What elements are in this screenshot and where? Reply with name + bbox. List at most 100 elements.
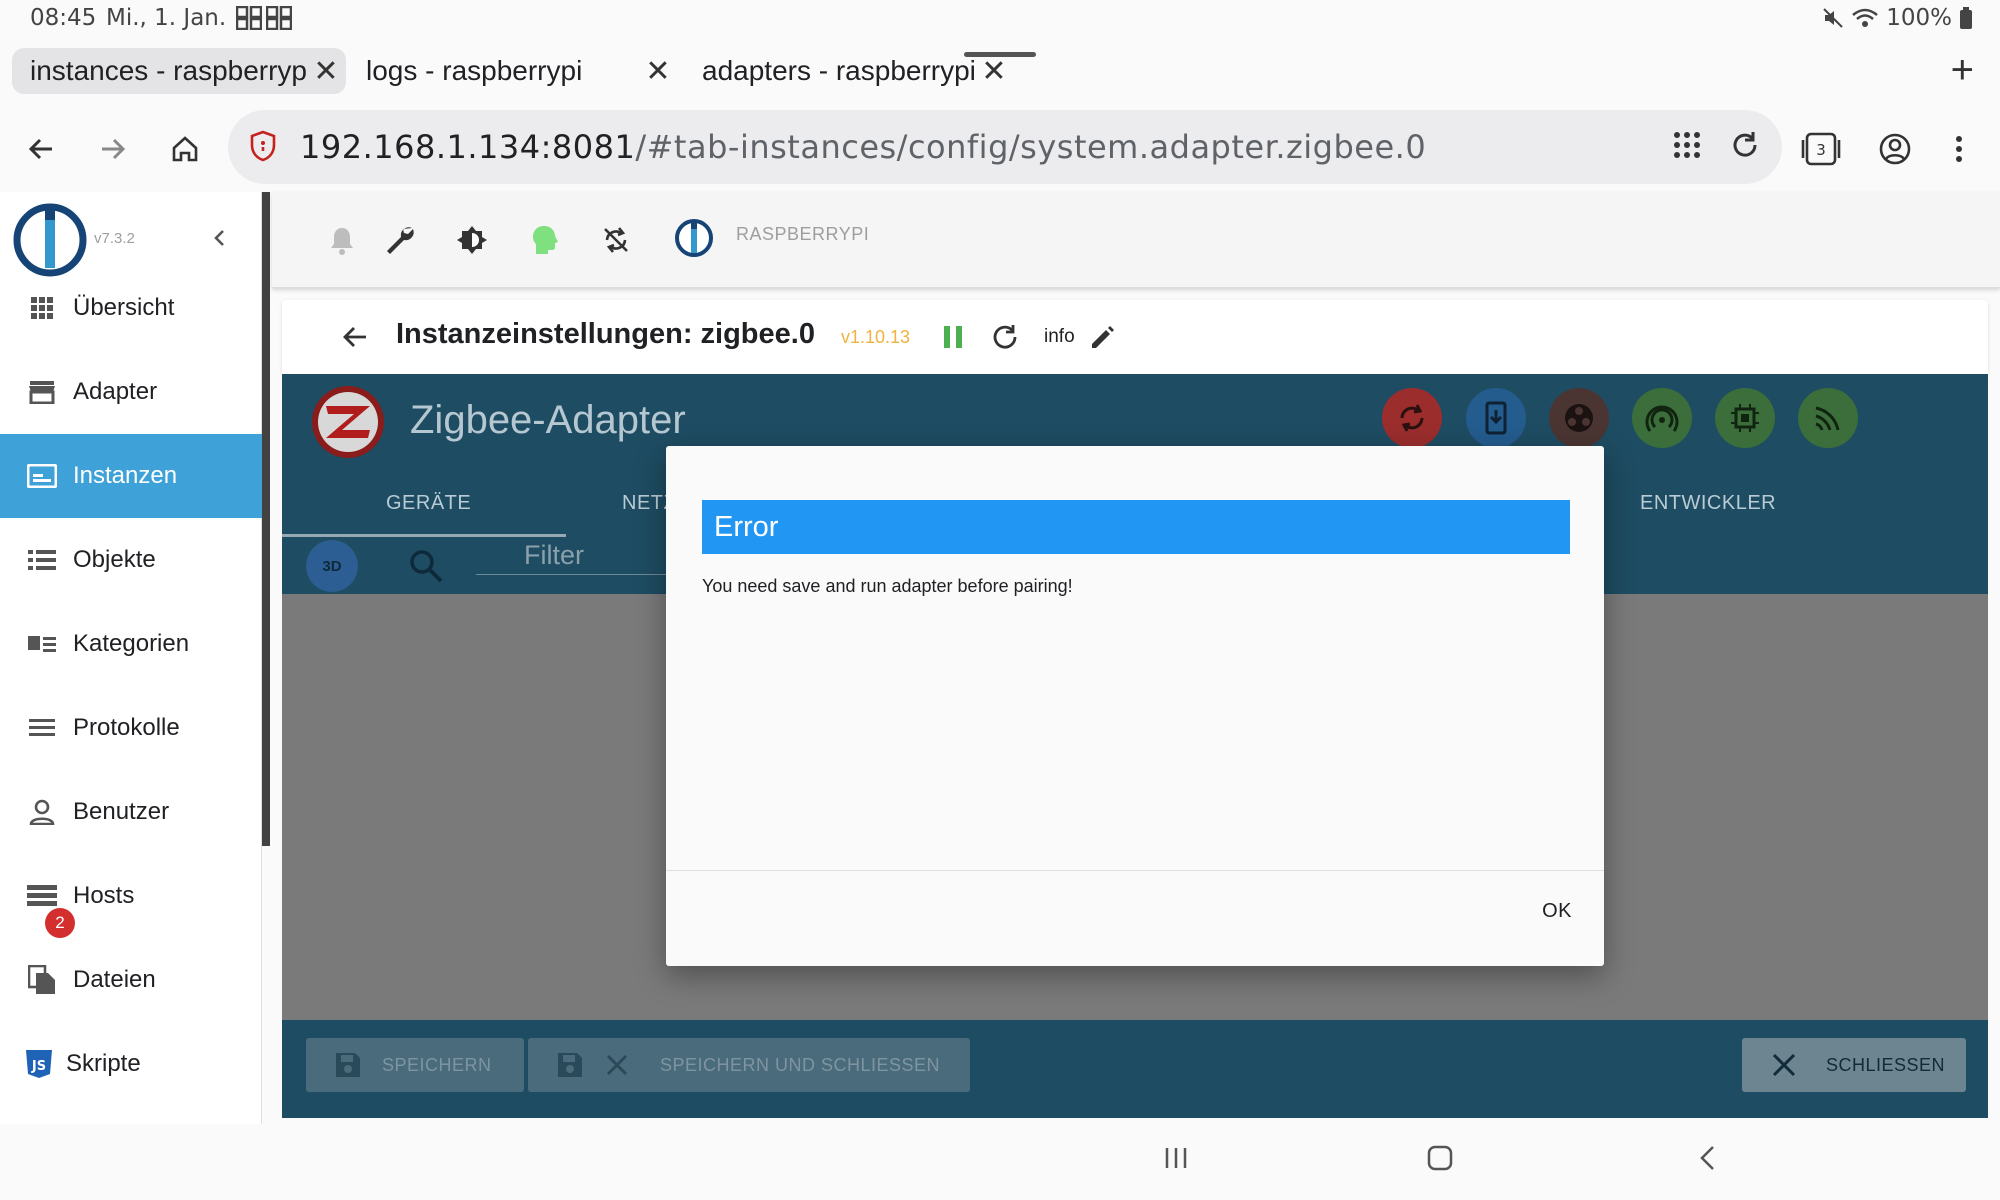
sync-icon[interactable] — [1382, 388, 1442, 448]
qr-icon — [236, 6, 262, 30]
apps-grid-icon[interactable] — [1670, 128, 1704, 162]
new-tab-button[interactable]: + — [1951, 50, 1974, 90]
sidebar-item-label: Protokolle — [73, 714, 180, 741]
home-button[interactable] — [162, 126, 208, 172]
back-nav-icon[interactable] — [1694, 1144, 1722, 1172]
dialog-message: You need save and run adapter before pai… — [702, 576, 1073, 596]
more-vert-icon — [1956, 136, 1962, 162]
log-icon — [27, 713, 57, 743]
memory-chip-icon[interactable] — [1715, 388, 1775, 448]
close-button[interactable]: SCHLIESSEN — [1742, 1038, 1966, 1092]
browser-menu-button[interactable] — [1936, 126, 1982, 172]
arrow-back-icon[interactable] — [340, 322, 370, 352]
security-shield-icon[interactable] — [250, 130, 276, 162]
sidebar-item-skripte[interactable]: JS Skripte — [0, 1022, 262, 1106]
tab-label: adapters - raspberrypi — [702, 55, 974, 86]
browser-tab-instances[interactable]: instances - raspberrypi ✕ — [12, 48, 346, 94]
3d-view-button[interactable]: 3D — [306, 540, 358, 592]
info-label[interactable]: info — [1044, 326, 1075, 348]
tab-geraete[interactable]: GERÄTE — [386, 492, 471, 515]
user-icon — [27, 797, 57, 827]
instance-settings-header: Instanzeinstellungen: zigbee.0 v1.10.13 … — [282, 300, 1988, 374]
account-icon — [1879, 133, 1911, 165]
sidebar-item-objekte[interactable]: Objekte — [0, 518, 262, 602]
sidebar-item-protokolle[interactable]: Protokolle — [0, 686, 262, 770]
brightness-icon[interactable] — [454, 222, 490, 258]
save-icon — [558, 1053, 582, 1077]
save-button[interactable]: SPEICHERN — [306, 1038, 524, 1092]
tab-drag-handle[interactable] — [964, 52, 1036, 57]
files-icon — [27, 965, 57, 995]
tab-label: instances - raspberrypi — [30, 55, 306, 86]
sidebar-item-kategorien[interactable]: Kategorien — [0, 602, 262, 686]
save-and-close-button[interactable]: SPEICHERN UND SCHLIESSEN — [528, 1038, 970, 1092]
download-device-icon[interactable] — [1466, 388, 1526, 448]
signal-icon[interactable] — [1798, 388, 1858, 448]
home-nav-icon[interactable] — [1426, 1144, 1454, 1172]
save-icon — [336, 1053, 360, 1077]
filter-input[interactable]: Filter — [524, 540, 584, 571]
bell-icon[interactable] — [324, 222, 360, 258]
sidebar-item-label: Übersicht — [73, 294, 175, 321]
reload-icon[interactable] — [990, 322, 1020, 352]
url-path: /#tab-instances/config/system.adapter.zi… — [635, 128, 1427, 166]
js-icon: JS — [24, 1049, 54, 1079]
wrench-icon[interactable] — [382, 222, 418, 258]
search-icon[interactable] — [408, 548, 444, 584]
reload-icon[interactable] — [1728, 128, 1762, 162]
sidebar-scrollbar[interactable] — [262, 192, 270, 846]
app-toolbar: RASPBERRYPI — [272, 192, 2000, 288]
status-date: Mi., 1. Jan. — [106, 5, 227, 31]
edit-icon[interactable] — [1090, 324, 1116, 350]
recent-apps-icon[interactable] — [1162, 1144, 1190, 1172]
sidebar-item-benutzer[interactable]: Benutzer — [0, 770, 262, 854]
sidebar-item-uebersicht[interactable]: Übersicht — [0, 266, 262, 350]
sidebar-item-label: Objekte — [73, 546, 156, 573]
group-icon[interactable] — [1549, 388, 1609, 448]
expert-mode-icon[interactable] — [526, 222, 562, 258]
host-logo-icon[interactable] — [674, 218, 714, 258]
tabs-icon: 3 — [1801, 132, 1841, 166]
url-text[interactable]: 192.168.1.134:8081/#tab-instances/config… — [300, 128, 1426, 166]
ok-button[interactable]: OK — [1542, 900, 1572, 923]
status-right: 100% — [1822, 5, 1972, 31]
adapter-title: Zigbee-Adapter — [410, 398, 686, 442]
sidebar-item-label: Hosts — [73, 882, 135, 909]
svg-text:JS: JS — [31, 1059, 46, 1074]
hostname-label: RASPBERRYPI — [736, 224, 870, 244]
sidebar-item-hosts[interactable]: Hosts — [0, 854, 262, 938]
notification-badge: 2 — [45, 908, 75, 938]
sidebar-item-label: Dateien — [73, 966, 156, 993]
chevron-left-icon[interactable] — [208, 226, 232, 250]
tab-count: 3 — [1816, 141, 1826, 159]
forward-button[interactable] — [90, 126, 136, 172]
close-icon — [1772, 1053, 1796, 1077]
close-label: SCHLIESSEN — [1826, 1054, 1946, 1075]
version-label: v7.3.2 — [94, 230, 135, 247]
back-button[interactable] — [18, 126, 64, 172]
status-time: 08:45 — [30, 5, 97, 31]
close-icon[interactable]: ✕ — [306, 54, 346, 89]
browser-tab-logs[interactable]: logs - raspberrypi ✕ — [348, 48, 678, 94]
sync-disabled-icon[interactable] — [598, 222, 634, 258]
tab-entwickler[interactable]: ENTWICKLER — [1640, 492, 1776, 515]
url-bar[interactable]: 192.168.1.134:8081/#tab-instances/config… — [228, 110, 1782, 184]
status-bar: 08:45 Mi., 1. Jan. 100% — [0, 0, 2000, 36]
account-button[interactable] — [1872, 126, 1918, 172]
sidebar-item-instanzen[interactable]: Instanzen — [0, 434, 262, 518]
wifi-icon — [1852, 8, 1879, 27]
dialog-divider — [666, 870, 1604, 871]
sidebar-item-label: Adapter — [73, 378, 158, 405]
close-icon[interactable]: ✕ — [638, 54, 678, 89]
close-icon[interactable]: ✕ — [974, 54, 1014, 89]
mute-icon — [1823, 8, 1843, 28]
list-icon — [27, 545, 57, 575]
tab-switcher-button[interactable]: 3 — [1798, 126, 1844, 172]
sidebar-item-adapter[interactable]: Adapter — [0, 350, 262, 434]
battery-percent: 100% — [1886, 5, 1952, 31]
wifi-tethering-icon[interactable] — [1632, 388, 1692, 448]
filter-underline — [476, 574, 676, 575]
home-icon — [172, 136, 198, 162]
pause-icon[interactable] — [942, 324, 964, 350]
sidebar-item-dateien[interactable]: Dateien — [0, 938, 262, 1022]
